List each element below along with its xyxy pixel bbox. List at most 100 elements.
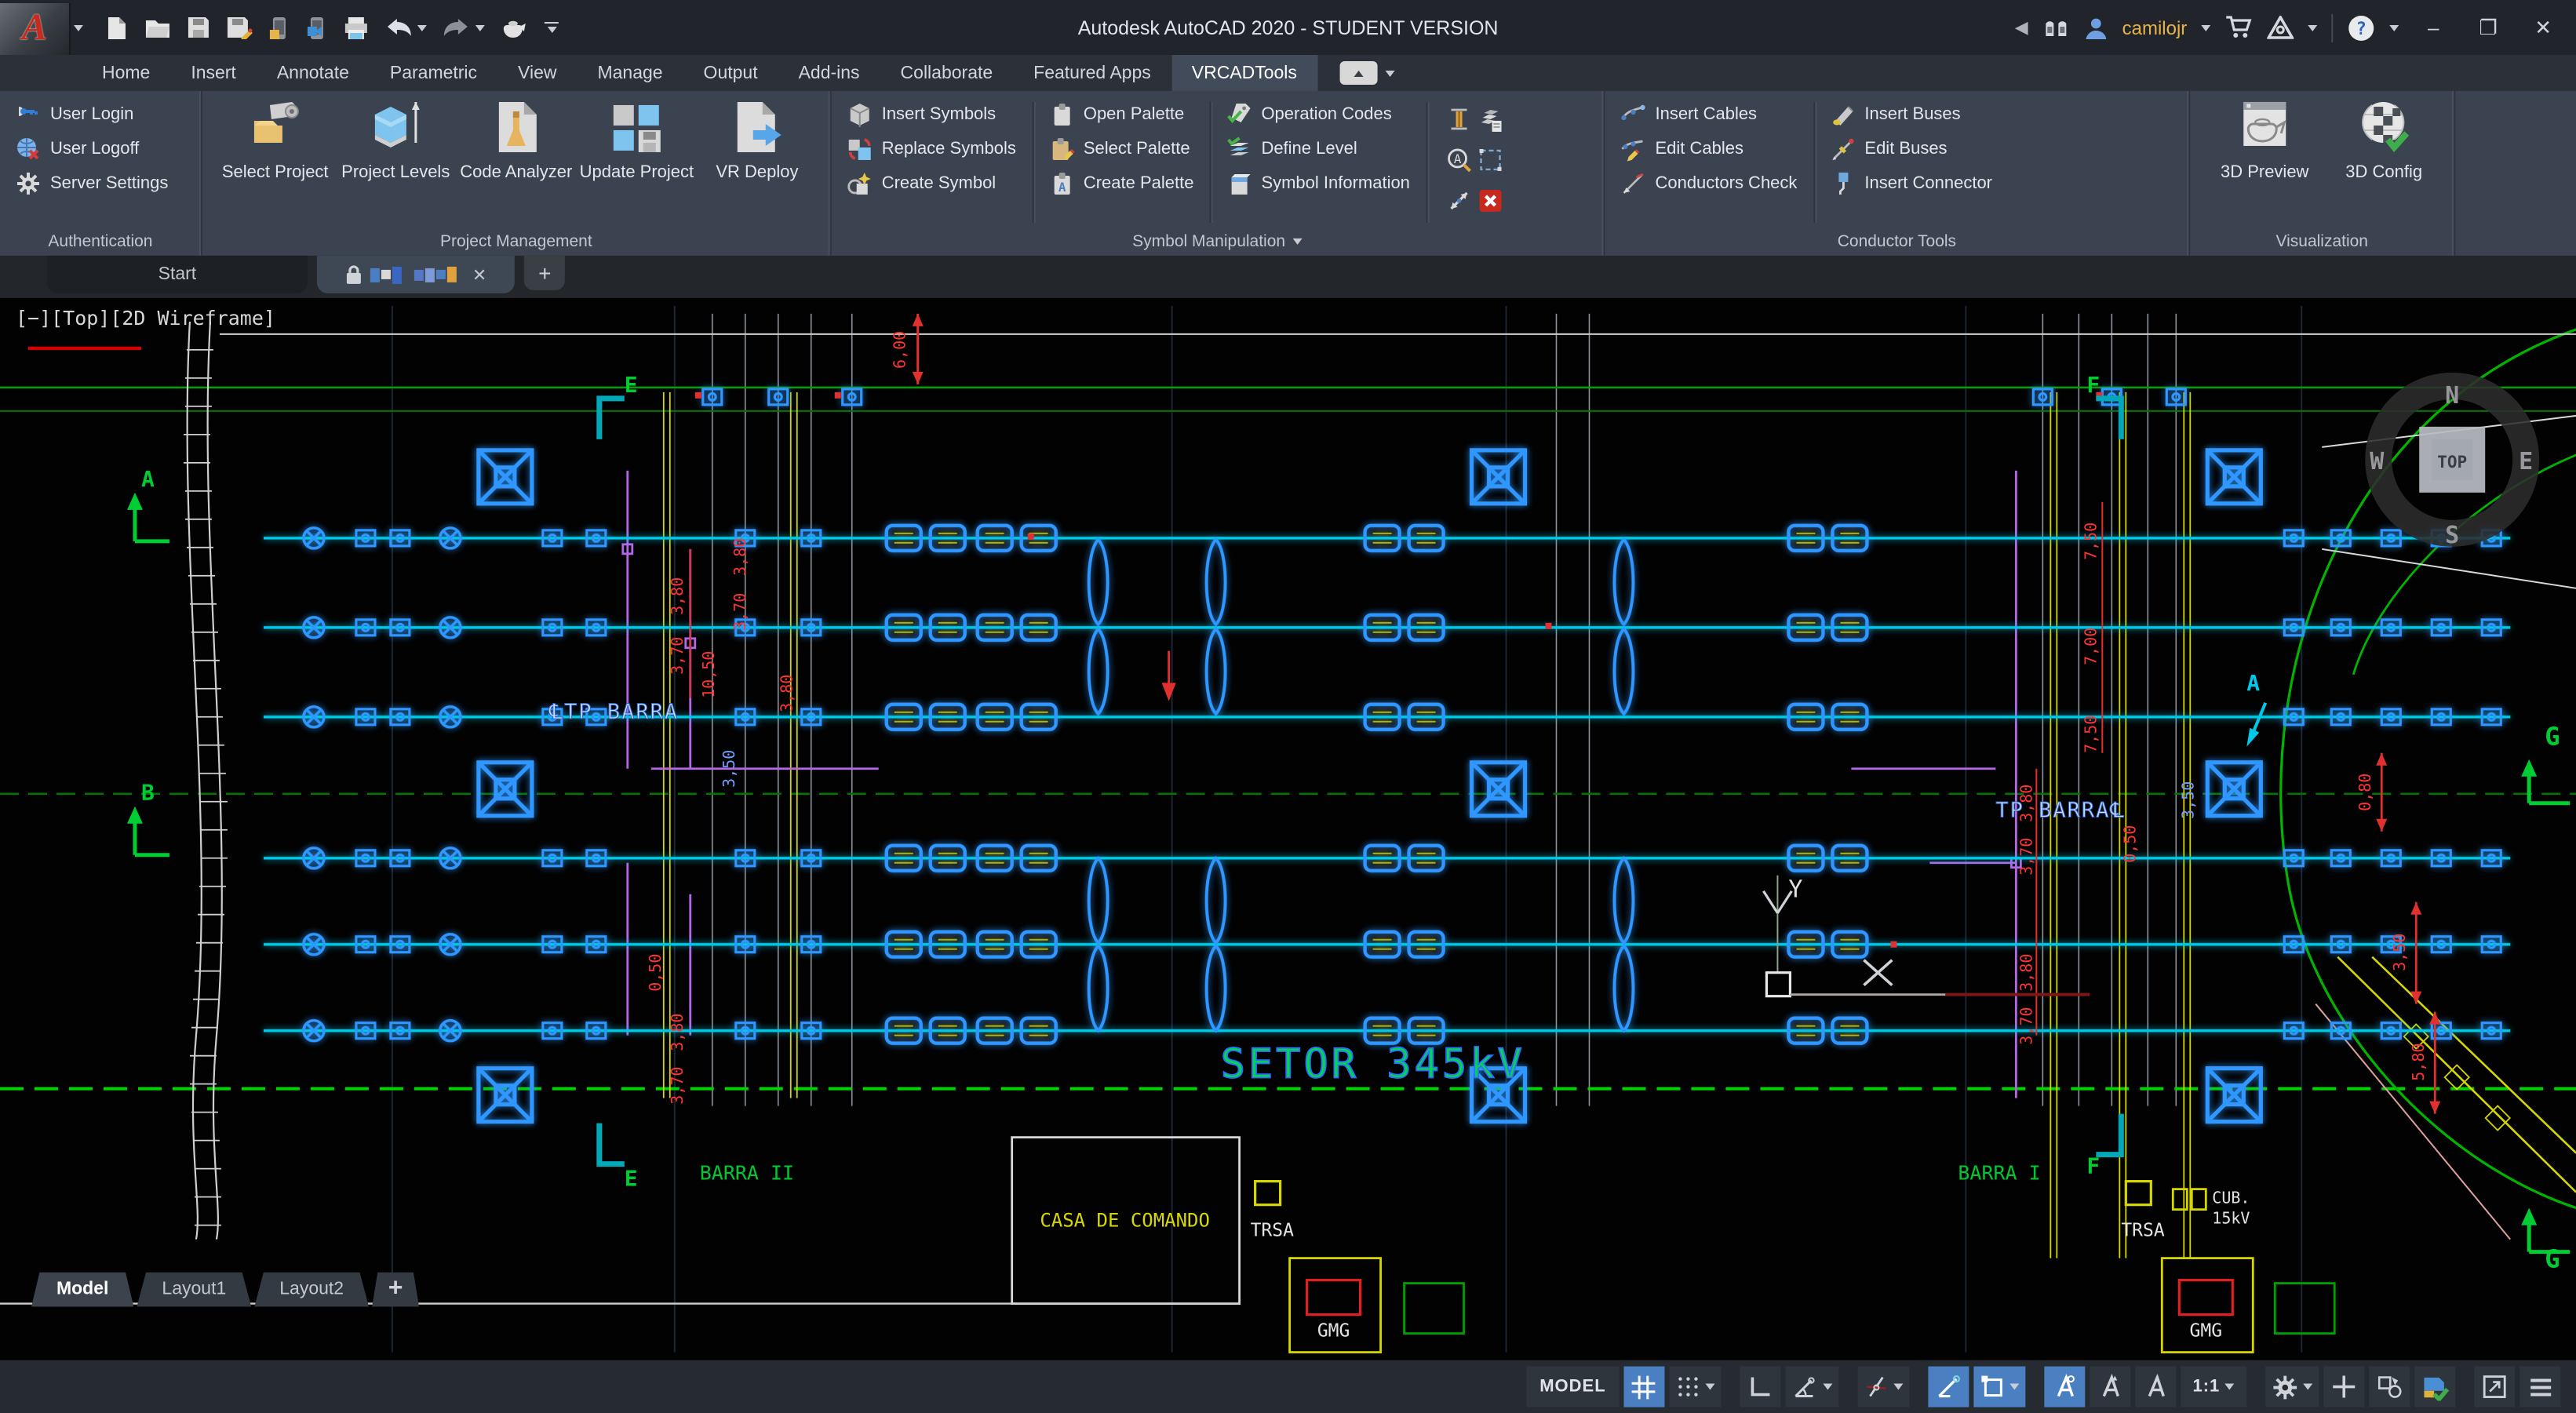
select-palette-button[interactable]: Select Palette [1049, 137, 1194, 162]
menu-tab-parametric[interactable]: Parametric [370, 55, 497, 91]
insert-connector-button[interactable]: Insert Connector [1830, 171, 1992, 196]
layout-tab-model[interactable]: Model [31, 1273, 133, 1307]
customization-menu-button[interactable] [2520, 1367, 2560, 1408]
insert-cables-button[interactable]: Insert Cables [1620, 102, 1797, 127]
create-symbol-button[interactable]: Create Symbol [847, 171, 1016, 196]
app-store-cart-icon[interactable] [2224, 16, 2253, 39]
ribbon-collapse-control[interactable] [1339, 55, 1394, 91]
dynamic-input-button[interactable] [1973, 1367, 2025, 1408]
polar-tracking-button[interactable] [1785, 1367, 1838, 1408]
selection-box-icon[interactable] [1477, 147, 1503, 173]
search-icon[interactable] [2042, 17, 2069, 38]
find-symbol-icon[interactable]: A [1446, 147, 1471, 173]
open-file-icon[interactable] [144, 16, 171, 39]
menu-tab-view[interactable]: View [497, 55, 577, 91]
new-file-icon[interactable] [105, 15, 129, 40]
save-icon[interactable] [187, 16, 210, 39]
search-collapse-icon[interactable]: ◀ [2015, 17, 2028, 38]
object-snap-tracking-button[interactable] [1928, 1367, 1969, 1408]
3d-object-snap-button[interactable] [2090, 1367, 2130, 1408]
plot-from-mobile-icon[interactable] [268, 15, 290, 40]
delete-symbol-icon[interactable] [1477, 188, 1503, 213]
close-button[interactable]: ✕ [2523, 15, 2563, 40]
menu-tab-add-ins[interactable]: Add-ins [778, 55, 880, 91]
3d-preview-button[interactable]: 3D Preview [2206, 99, 2323, 226]
symbol-list-icon[interactable] [1477, 107, 1503, 132]
layout-tab-layout2[interactable]: Layout2 [254, 1273, 369, 1307]
graphics-performance-button[interactable] [2414, 1367, 2455, 1408]
save-as-icon[interactable] [226, 16, 253, 39]
minimize-button[interactable]: – [2413, 16, 2454, 39]
select-project-button[interactable]: Select Project [218, 99, 333, 226]
vr-deploy-button[interactable]: VR Deploy [700, 99, 814, 226]
autodesk-account-icon[interactable] [2267, 16, 2294, 39]
annotation-scale-button[interactable]: 1:1 [2180, 1367, 2246, 1408]
menu-tab-insert[interactable]: Insert [170, 55, 257, 91]
qat-customize-button[interactable] [545, 21, 559, 33]
operation-codes-button[interactable]: Operation Codes [1226, 102, 1409, 127]
model-space-button[interactable]: MODEL [1527, 1367, 1618, 1408]
edit-cables-button[interactable]: Edit Cables [1620, 137, 1797, 162]
ortho-mode-button[interactable] [1740, 1367, 1780, 1408]
snap-mode-button[interactable] [1669, 1367, 1721, 1408]
user-logoff-button[interactable]: User Logoff [16, 137, 168, 162]
scale-symbol-icon[interactable] [1446, 107, 1471, 132]
new-layout-button[interactable]: + [372, 1273, 419, 1307]
panel-flyout-caret-icon[interactable] [1293, 238, 1303, 244]
create-palette-button[interactable]: A Create Palette [1049, 171, 1194, 196]
user-menu-caret-icon[interactable] [2201, 24, 2210, 31]
menu-tab-vrcadtools[interactable]: VRCADTools [1171, 55, 1317, 91]
stretch-symbol-icon[interactable] [1446, 188, 1471, 213]
annotation-monitor-button[interactable] [2323, 1367, 2364, 1408]
grid-display-button[interactable] [1623, 1367, 1664, 1408]
insert-symbols-button[interactable]: Insert Symbols [847, 102, 1016, 127]
drawing-tab-close-icon[interactable]: ✕ [472, 264, 486, 285]
start-tab[interactable]: Start [47, 256, 308, 293]
define-level-button[interactable]: Define Level [1226, 137, 1409, 162]
symbol-information-button[interactable]: Symbol Information [1226, 171, 1409, 196]
ribbon-collapse-icon[interactable] [1339, 61, 1377, 85]
drawing-canvas[interactable]: 6,00 3,80 3,70 10,50 3,80 3,70 3,80 3,50… [0, 298, 2576, 1360]
help-icon[interactable]: ? [2347, 13, 2375, 42]
update-project-button[interactable]: Update Project [580, 99, 694, 226]
edit-buses-button[interactable]: Edit Buses [1830, 137, 1992, 162]
signed-in-user[interactable]: camilojr [2122, 16, 2188, 38]
viewport-controls-label[interactable]: [−][Top][2D Wireframe] [16, 307, 275, 330]
server-settings-button[interactable]: Server Settings [16, 171, 168, 196]
print-icon[interactable] [344, 15, 369, 40]
menu-tab-collaborate[interactable]: Collaborate [880, 55, 1014, 91]
workspace-switching-button[interactable] [2265, 1367, 2319, 1408]
undo-button[interactable] [384, 16, 427, 38]
isometric-drafting-button[interactable] [1857, 1367, 1909, 1408]
new-drawing-tab-button[interactable]: + [524, 256, 565, 290]
help-caret-icon[interactable] [2389, 24, 2399, 31]
annotation-visibility-button[interactable] [2135, 1367, 2176, 1408]
menu-tab-featured-apps[interactable]: Featured Apps [1013, 55, 1171, 91]
cad-drawing[interactable]: 6,00 3,80 3,70 10,50 3,80 3,70 3,80 3,50… [0, 298, 2576, 1360]
menu-tab-annotate[interactable]: Annotate [257, 55, 370, 91]
user-avatar-icon[interactable] [2083, 15, 2108, 40]
open-palette-button[interactable]: Open Palette [1049, 102, 1194, 127]
restore-button[interactable]: ❐ [2468, 15, 2509, 40]
3d-config-button[interactable]: 3D Config [2330, 99, 2438, 226]
save-to-mobile-icon[interactable] [306, 15, 328, 40]
drawing-tab[interactable]: ✕ [317, 256, 515, 293]
application-menu-button[interactable]: A [0, 3, 71, 55]
selection-cycling-button[interactable] [2369, 1367, 2410, 1408]
replace-symbols-button[interactable]: Replace Symbols [847, 137, 1016, 162]
menu-tab-manage[interactable]: Manage [577, 55, 683, 91]
account-caret-icon[interactable] [2308, 24, 2317, 31]
menu-tab-output[interactable]: Output [683, 55, 778, 91]
menu-tab-home[interactable]: Home [82, 55, 170, 91]
object-snap-button[interactable] [2044, 1367, 2085, 1408]
layout-tab-layout1[interactable]: Layout1 [137, 1273, 251, 1307]
ribbon-collapse-caret-icon[interactable] [1385, 70, 1394, 76]
clean-screen-button[interactable] [2474, 1367, 2515, 1408]
panel-label-symbol-manipulation[interactable]: Symbol Manipulation [832, 226, 1604, 256]
insert-buses-button[interactable]: Insert Buses [1830, 102, 1992, 127]
code-analyzer-button[interactable]: Code Analyzer [459, 99, 574, 226]
user-login-button[interactable]: User Login [16, 102, 168, 127]
conductors-check-button[interactable]: Conductors Check [1620, 171, 1797, 196]
project-levels-button[interactable]: Project Levels [338, 99, 453, 226]
app-menu-caret-icon[interactable] [74, 24, 83, 31]
